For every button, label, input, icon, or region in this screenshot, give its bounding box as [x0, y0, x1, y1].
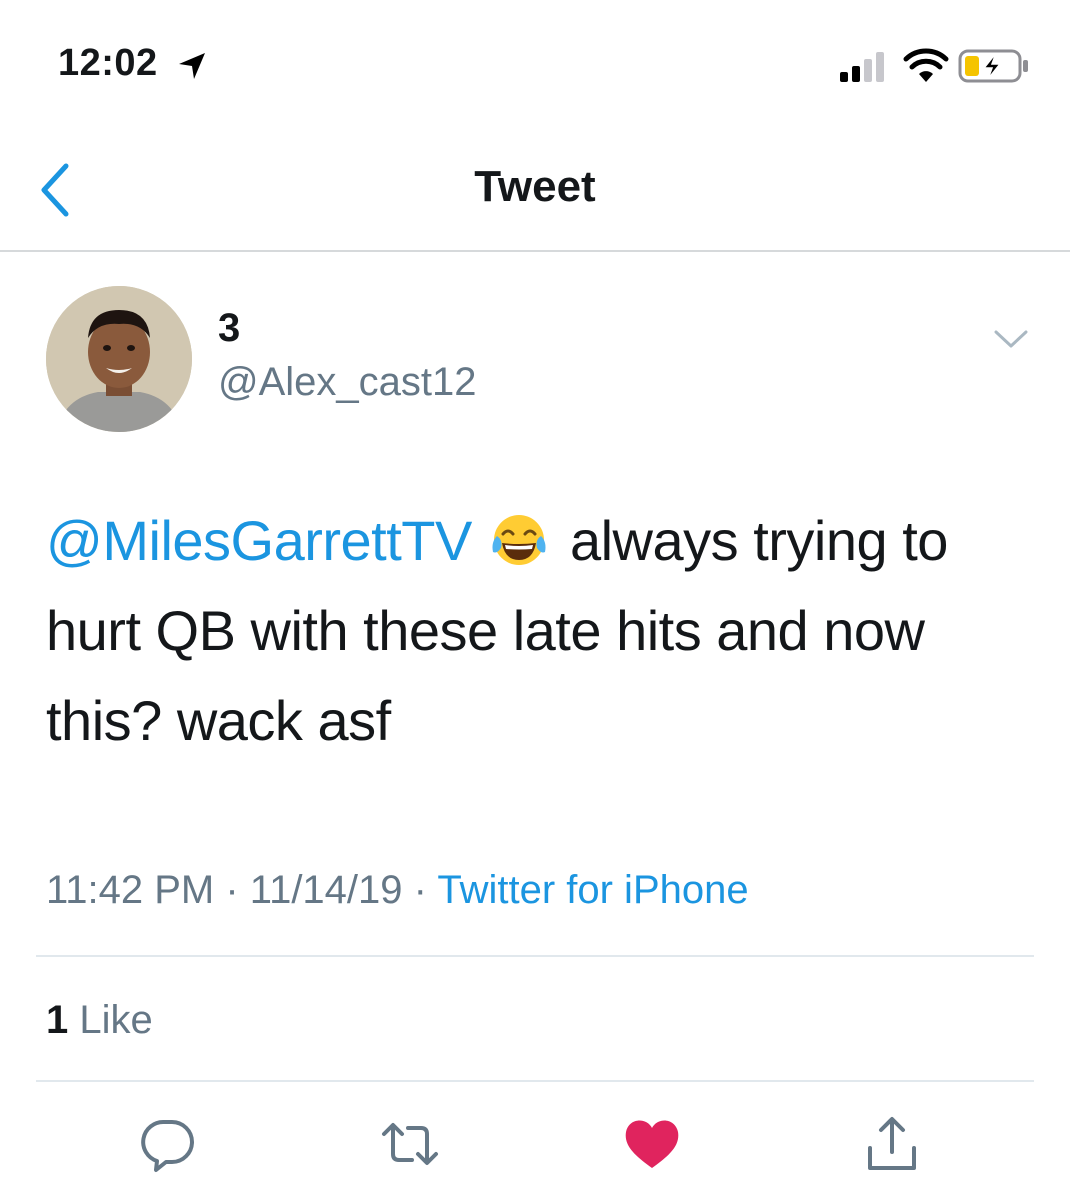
tweet-time: 11:42 PM	[46, 868, 215, 912]
like-count-label: Like	[68, 998, 153, 1042]
chevron-down-icon[interactable]	[992, 324, 1030, 354]
tweet-meta: 11:42 PM · 11/14/19 · Twitter for iPhone	[46, 868, 749, 913]
user-handle[interactable]: @Alex_cast12	[218, 360, 477, 405]
tweet-date: 11/14/19	[249, 868, 403, 912]
location-arrow-icon	[179, 53, 205, 79]
face-with-tears-of-joy-icon	[492, 515, 546, 565]
tweet-source-link[interactable]: Twitter for iPhone	[437, 868, 748, 912]
battery-charging-icon	[958, 49, 1028, 83]
divider	[36, 1080, 1034, 1082]
retweet-icon	[382, 1123, 438, 1165]
signal-icon	[840, 52, 884, 82]
like-button[interactable]	[622, 1114, 682, 1174]
status-time: 12:02	[58, 42, 158, 84]
avatar[interactable]	[46, 286, 192, 432]
retweet-button[interactable]	[380, 1114, 440, 1174]
heart-icon	[625, 1120, 679, 1168]
share-icon	[868, 1117, 916, 1170]
display-name[interactable]: 3	[218, 306, 240, 351]
page-title: Tweet	[474, 162, 596, 211]
likes-count[interactable]: 1 Like	[46, 998, 153, 1043]
like-count-number: 1	[46, 998, 69, 1042]
reply-icon	[141, 1119, 194, 1172]
tweet-text: @MilesGarrettTV always trying to hurt QB…	[46, 496, 1036, 766]
wifi-icon	[903, 48, 949, 82]
meta-separator: ·	[214, 868, 250, 912]
divider	[36, 955, 1034, 957]
mention-link[interactable]: @MilesGarrettTV	[46, 509, 472, 572]
share-button[interactable]	[862, 1114, 922, 1174]
avatar-photo	[46, 286, 192, 432]
nav-divider	[0, 250, 1070, 252]
reply-button[interactable]	[138, 1114, 198, 1174]
meta-separator: ·	[402, 868, 438, 912]
